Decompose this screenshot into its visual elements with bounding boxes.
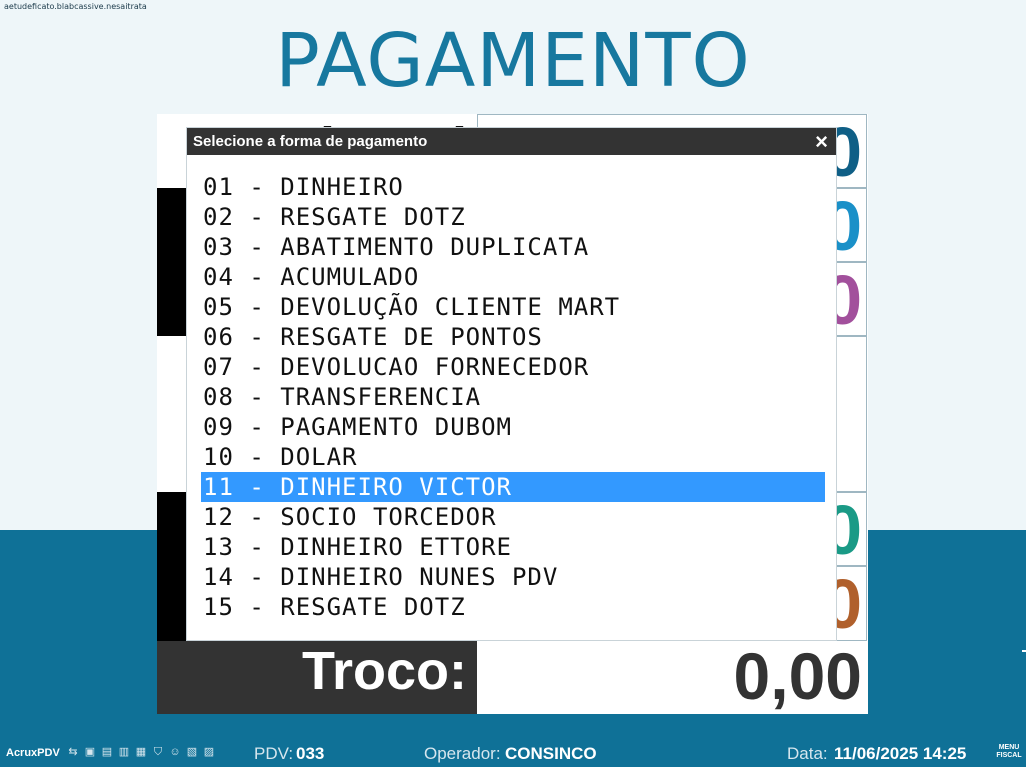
payment-method-item[interactable]: 14 - DINHEIRO NUNES PDV	[201, 562, 825, 592]
payment-method-item[interactable]: 15 - RESGATE DOTZ	[201, 592, 825, 622]
keyboard-icon[interactable]: ▨	[202, 745, 216, 759]
dialog-title: Selecione a forma de pagamento	[193, 133, 428, 150]
network-icon[interactable]: ⇆	[66, 745, 80, 759]
payment-method-item[interactable]: 03 - ABATIMENTO DUPLICATA	[201, 232, 825, 262]
server-icon[interactable]: ▧	[185, 745, 199, 759]
payment-method-item[interactable]: 02 - RESGATE DOTZ	[201, 202, 825, 232]
dialog-header: Selecione a forma de pagamento ×	[187, 128, 836, 155]
page-title: PAGAMENTO	[275, 18, 751, 104]
operator-value: CONSINCO	[505, 744, 597, 763]
payment-method-item[interactable]: 13 - DINHEIRO ETTORE	[201, 532, 825, 562]
top-caption: aetudeficato.blabcassive.nesaitrata	[4, 2, 147, 11]
app-name: AcruxPDV	[6, 747, 60, 759]
payment-method-item[interactable]: 11 - DINHEIRO VICTOR	[201, 472, 825, 502]
payment-method-item[interactable]: 01 - DINHEIRO	[201, 172, 825, 202]
close-icon[interactable]: ×	[815, 129, 828, 155]
troco-value: 0,00	[477, 641, 868, 714]
payment-method-dialog: Selecione a forma de pagamento × 01 - DI…	[187, 128, 836, 640]
peripherals-icon[interactable]: ▦	[134, 745, 148, 759]
payment-method-item[interactable]: 12 - SOCIO TORCEDOR	[201, 502, 825, 532]
tray-icons: ⇆ ▣ ▤ ▥ ▦ ⛉ ☺ ▧ ▨	[66, 745, 216, 761]
user-icon[interactable]: ☺	[168, 745, 182, 759]
edge-mark	[1022, 650, 1026, 652]
operator-label: Operador:	[424, 744, 501, 763]
shield-icon[interactable]: ⛉	[151, 745, 165, 759]
payment-method-item[interactable]: 09 - PAGAMENTO DUBOM	[201, 412, 825, 442]
payment-method-item[interactable]: 06 - RESGATE DE PONTOS	[201, 322, 825, 352]
printer-icon[interactable]: ▤	[100, 745, 114, 759]
pdv-value: 033	[296, 744, 325, 763]
date-value: 11/06/2025 14:25	[834, 744, 967, 763]
payment-method-list: 01 - DINHEIRO 02 - RESGATE DOTZ 03 - ABATI…	[201, 172, 825, 622]
troco-label: Troco:	[157, 641, 477, 714]
payment-method-item[interactable]: 10 - DOLAR	[201, 442, 825, 472]
pdv-label: PDV:	[254, 744, 294, 763]
payment-method-item[interactable]: 07 - DEVOLUCAO FORNECEDOR	[201, 352, 825, 382]
scale-icon[interactable]: ▥	[117, 745, 131, 759]
payment-method-item[interactable]: 08 - TRANSFERENCIA	[201, 382, 825, 412]
payment-method-item[interactable]: 04 - ACUMULADO	[201, 262, 825, 292]
status-bar: AcruxPDV ⇆ ▣ ▤ ▥ ▦ ⛉ ☺ ▧ ▨ PDV: 033 Operador: CO…	[0, 741, 1026, 767]
computer-icon[interactable]: ▣	[83, 745, 97, 759]
payment-method-item[interactable]: 05 - DEVOLUÇÃO CLIENTE MART	[201, 292, 825, 322]
menu-fiscal-button[interactable]: MENU FISCAL	[996, 744, 1022, 760]
date-label: Data:	[787, 744, 828, 763]
